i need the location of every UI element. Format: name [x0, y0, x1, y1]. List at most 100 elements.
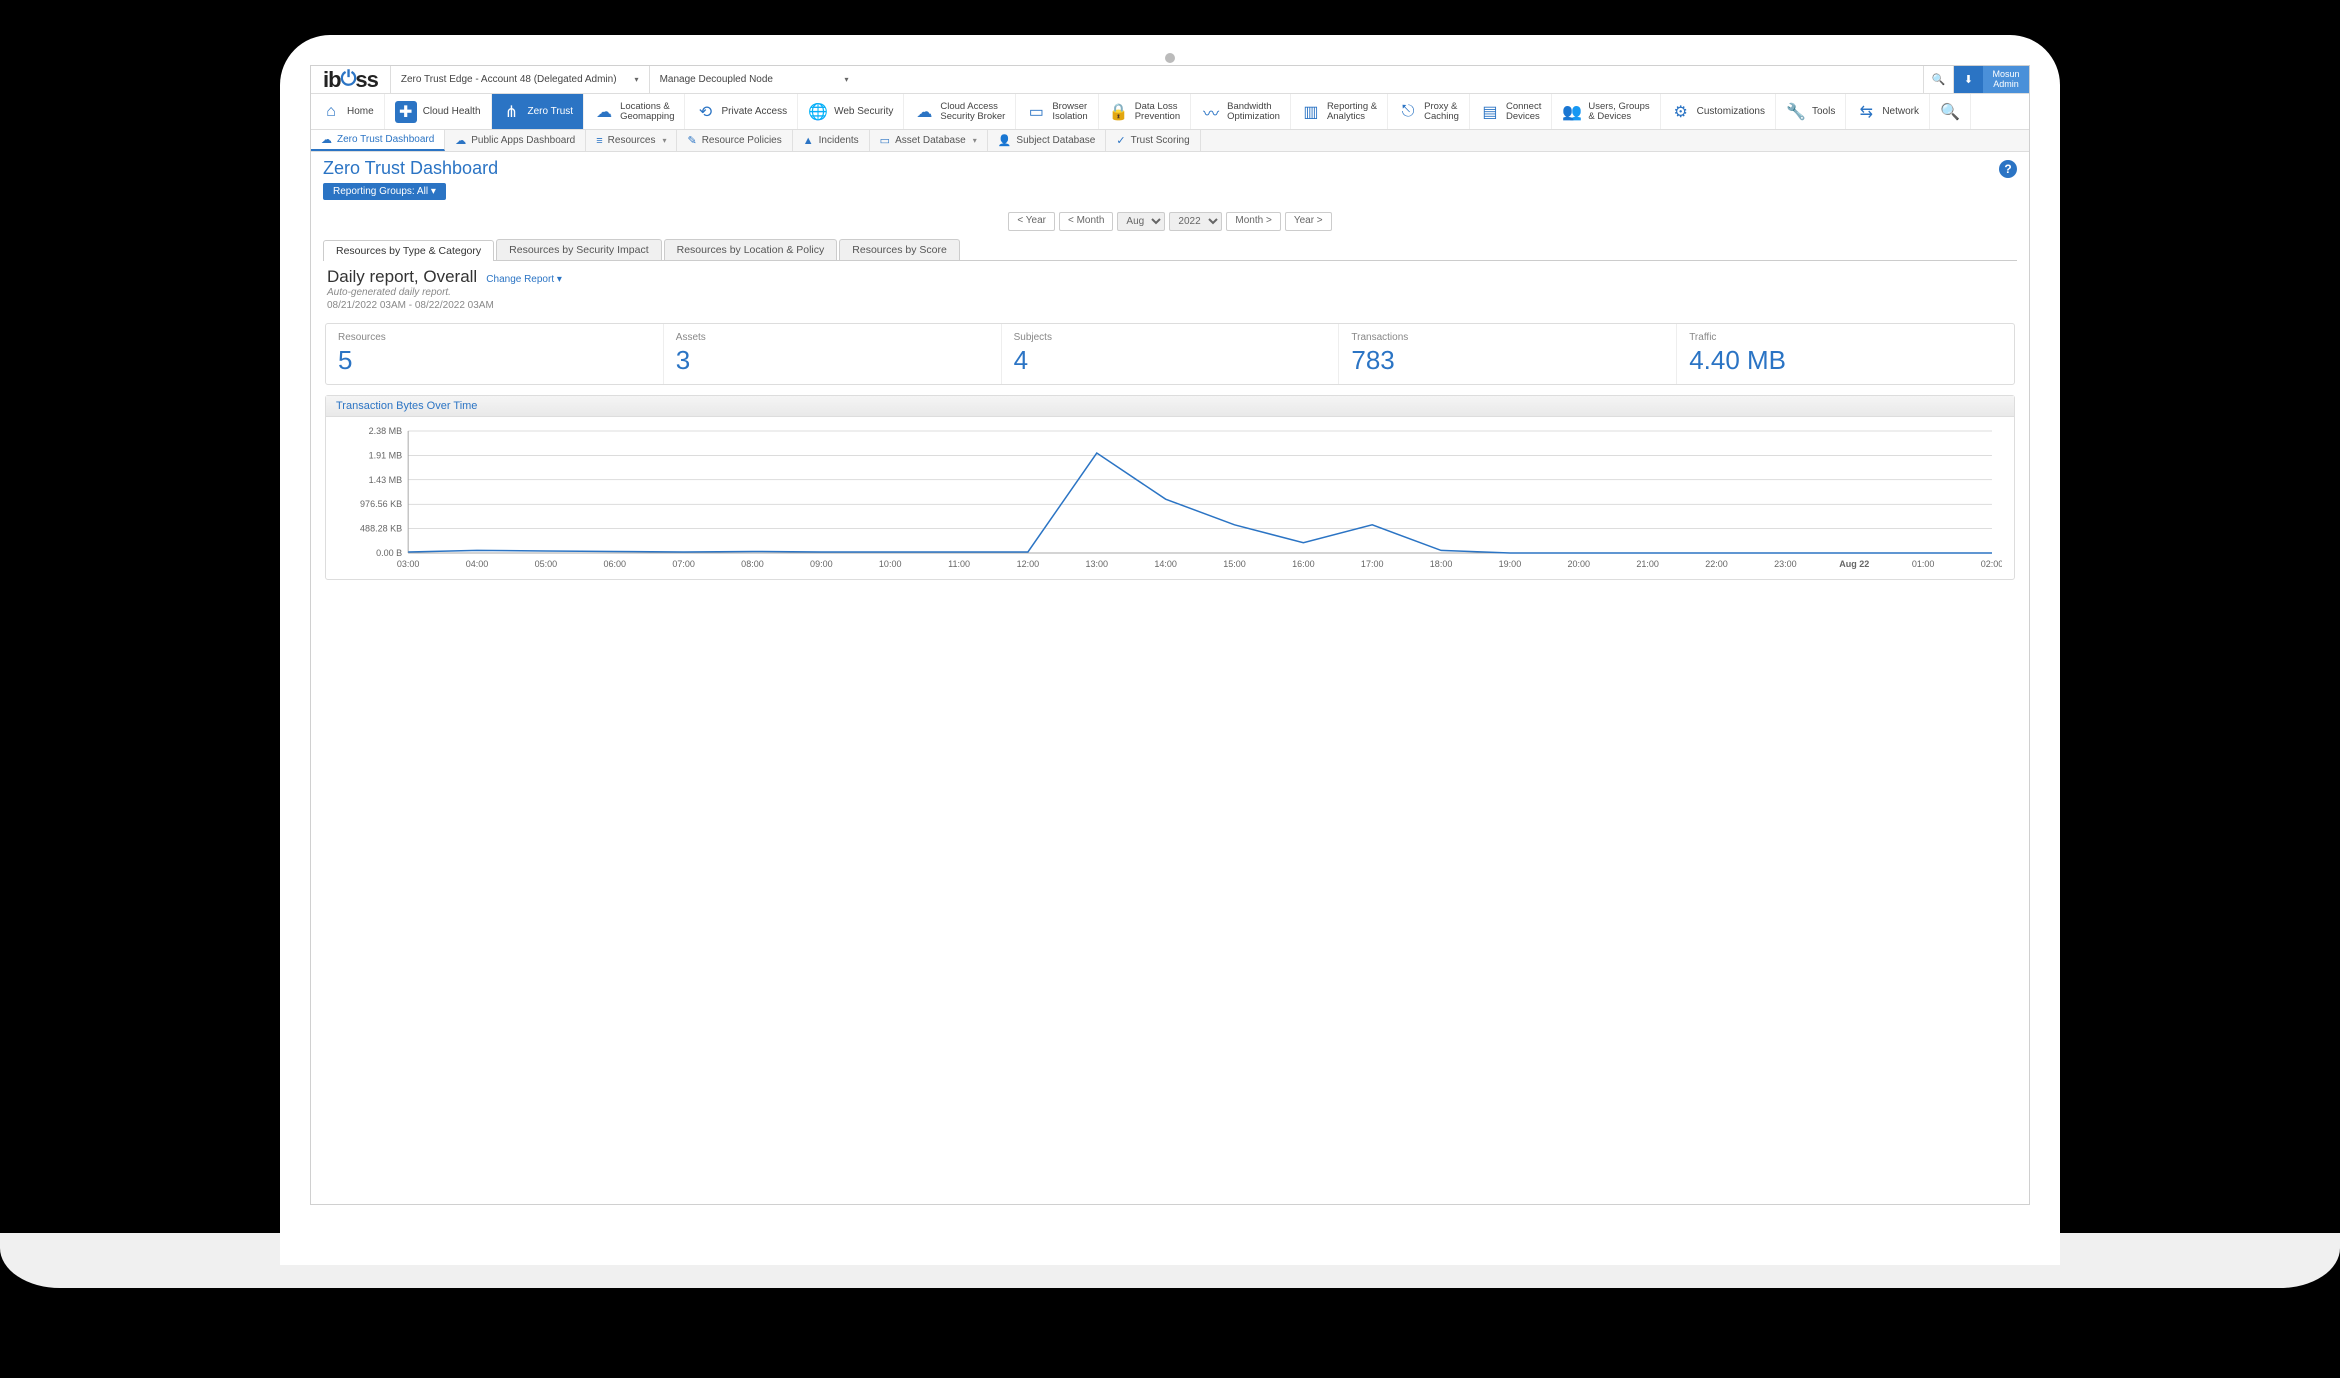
svg-text:11:00: 11:00: [948, 559, 970, 569]
svg-text:0.00 B: 0.00 B: [376, 548, 402, 558]
report-title: Daily report, Overall: [327, 267, 477, 286]
subnav-resources[interactable]: ≡Resources: [586, 130, 677, 151]
svg-text:17:00: 17:00: [1361, 559, 1384, 569]
nav-network[interactable]: ⇆Network: [1846, 94, 1930, 129]
page-title: Zero Trust Dashboard: [323, 158, 498, 179]
reporting-groups-filter[interactable]: Reporting Groups: All ▾: [323, 183, 446, 200]
stat-cards: Resources5Assets3Subjects4Transactions78…: [325, 323, 2015, 385]
nav-home[interactable]: ⌂ Home: [311, 94, 385, 129]
nav-label: Tools: [1812, 106, 1835, 117]
svg-text:Aug 22: Aug 22: [1839, 559, 1869, 569]
prev-month-button[interactable]: < Month: [1059, 212, 1113, 231]
tools-icon: 🔧: [1786, 102, 1806, 122]
svg-text:1.43 MB: 1.43 MB: [369, 475, 403, 485]
reporting-icon: ▥: [1301, 102, 1321, 122]
dlp-icon: 🔒: [1109, 102, 1129, 122]
svg-text:04:00: 04:00: [466, 559, 489, 569]
subnav-zt-dash[interactable]: ☁Zero Trust Dashboard: [311, 130, 445, 151]
customizations-icon: ⚙: [1671, 102, 1691, 122]
stat-label: Traffic: [1689, 332, 2002, 343]
stat-label: Assets: [676, 332, 989, 343]
nav-zero-trust[interactable]: ⋔Zero Trust: [492, 94, 585, 129]
nav-customizations[interactable]: ⚙Customizations: [1661, 94, 1776, 129]
nav-label: Proxy &Caching: [1424, 102, 1459, 122]
month-select[interactable]: Aug: [1117, 212, 1165, 231]
nav-label: Cloud AccessSecurity Broker: [940, 102, 1005, 122]
download-button[interactable]: ⬇: [1953, 66, 1983, 93]
nav-proxy[interactable]: ⎋Proxy &Caching: [1388, 94, 1470, 129]
camera-dot: [1165, 53, 1175, 63]
svg-text:14:00: 14:00: [1154, 559, 1177, 569]
svg-text:23:00: 23:00: [1774, 559, 1797, 569]
svg-text:20:00: 20:00: [1568, 559, 1591, 569]
subnav-asset-db[interactable]: ▭Asset Database: [870, 130, 988, 151]
nav-label: Home: [347, 106, 374, 117]
svg-text:19:00: 19:00: [1499, 559, 1522, 569]
nav-cloud-health[interactable]: ✚Cloud Health: [385, 94, 492, 129]
res-policies-icon: ✎: [687, 134, 696, 147]
subnav-pub-apps[interactable]: ☁Public Apps Dashboard: [445, 130, 586, 151]
stat-value: 5: [338, 345, 651, 376]
year-select[interactable]: 2022: [1169, 212, 1222, 231]
nav-tools[interactable]: 🔧 Tools: [1776, 94, 1846, 129]
subnav-res-policies[interactable]: ✎ Resource Policies: [677, 130, 792, 151]
nav-connect-dev[interactable]: ▤ConnectDevices: [1470, 94, 1552, 129]
subnav-incidents[interactable]: ▲ Incidents: [793, 130, 870, 151]
next-year-button[interactable]: Year >: [1285, 212, 1332, 231]
nav-label: BrowserIsolation: [1052, 102, 1087, 122]
search-icon[interactable]: 🔍: [1923, 66, 1953, 93]
node-dropdown[interactable]: Manage Decoupled Node ▾: [649, 66, 859, 93]
nav-reporting[interactable]: ▥Reporting &Analytics: [1291, 94, 1388, 129]
help-icon[interactable]: ?: [1999, 160, 2017, 178]
node-dropdown-label: Manage Decoupled Node: [660, 74, 773, 85]
svg-text:2.38 MB: 2.38 MB: [369, 426, 403, 436]
stat-card: Traffic 4.40 MB: [1677, 324, 2014, 384]
svg-text:03:00: 03:00: [397, 559, 420, 569]
stat-value: 4.40 MB: [1689, 345, 2002, 376]
subnav-trust-score[interactable]: ✓Trust Scoring: [1106, 130, 1200, 151]
user-badge[interactable]: Mosun Admin: [1983, 66, 2029, 93]
content-tabs: Resources by Type & CategoryResources by…: [323, 239, 2017, 261]
browser-iso-icon: ▭: [1026, 102, 1046, 122]
stat-card: Transactions783: [1339, 324, 1677, 384]
subnav-label: Subject Database: [1016, 135, 1095, 146]
svg-text:976.56 KB: 976.56 KB: [360, 499, 402, 509]
stat-card: Subjects4: [1002, 324, 1340, 384]
nav-web-security[interactable]: 🌐Web Security: [798, 94, 904, 129]
nav-bandwidth[interactable]: 〰BandwidthOptimization: [1191, 94, 1291, 129]
change-report-link[interactable]: Change Report ▾: [486, 274, 562, 285]
nav-more[interactable]: 🔍: [1930, 94, 1971, 129]
nav-dlp[interactable]: 🔒Data LossPrevention: [1099, 94, 1191, 129]
tab-type-cat[interactable]: Resources by Type & Category: [323, 240, 494, 261]
tab-loc-policy[interactable]: Resources by Location & Policy: [664, 239, 838, 260]
subnav-label: Incidents: [819, 135, 859, 146]
nav-browser-iso[interactable]: ▭ BrowserIsolation: [1016, 94, 1098, 129]
tab-score[interactable]: Resources by Score: [839, 239, 960, 260]
prev-year-button[interactable]: < Year: [1008, 212, 1055, 231]
svg-text:10:00: 10:00: [879, 559, 902, 569]
nav-label: Cloud Health: [423, 106, 481, 117]
svg-text:21:00: 21:00: [1636, 559, 1659, 569]
date-nav: < Year < Month Aug 2022 Month > Year >: [311, 212, 2029, 231]
home-icon: ⌂: [321, 103, 341, 121]
casb-icon: ☁: [914, 102, 934, 122]
nav-private-access[interactable]: ⟲Private Access: [685, 94, 798, 129]
subnav-label: Zero Trust Dashboard: [337, 134, 434, 145]
nav-users[interactable]: 👥Users, Groups& Devices: [1552, 94, 1660, 129]
nav-label: Users, Groups& Devices: [1588, 102, 1649, 122]
subnav-label: Resources: [608, 135, 656, 146]
logo-post: ss: [355, 67, 377, 93]
next-month-button[interactable]: Month >: [1226, 212, 1280, 231]
trust-score-icon: ✓: [1116, 134, 1125, 147]
subnav-label: Asset Database: [895, 135, 966, 146]
subnav-subject-db[interactable]: 👤Subject Database: [988, 130, 1107, 151]
svg-text:13:00: 13:00: [1086, 559, 1109, 569]
subnav-label: Resource Policies: [702, 135, 782, 146]
stat-value: 783: [1351, 345, 1664, 376]
nav-locations[interactable]: ☁Locations &Geomapping: [584, 94, 685, 129]
incidents-icon: ▲: [803, 135, 814, 147]
stat-value: 3: [676, 345, 989, 376]
account-dropdown[interactable]: Zero Trust Edge - Account 48 (Delegated …: [390, 66, 649, 93]
tab-sec-impact[interactable]: Resources by Security Impact: [496, 239, 661, 260]
nav-casb[interactable]: ☁ Cloud AccessSecurity Broker: [904, 94, 1016, 129]
